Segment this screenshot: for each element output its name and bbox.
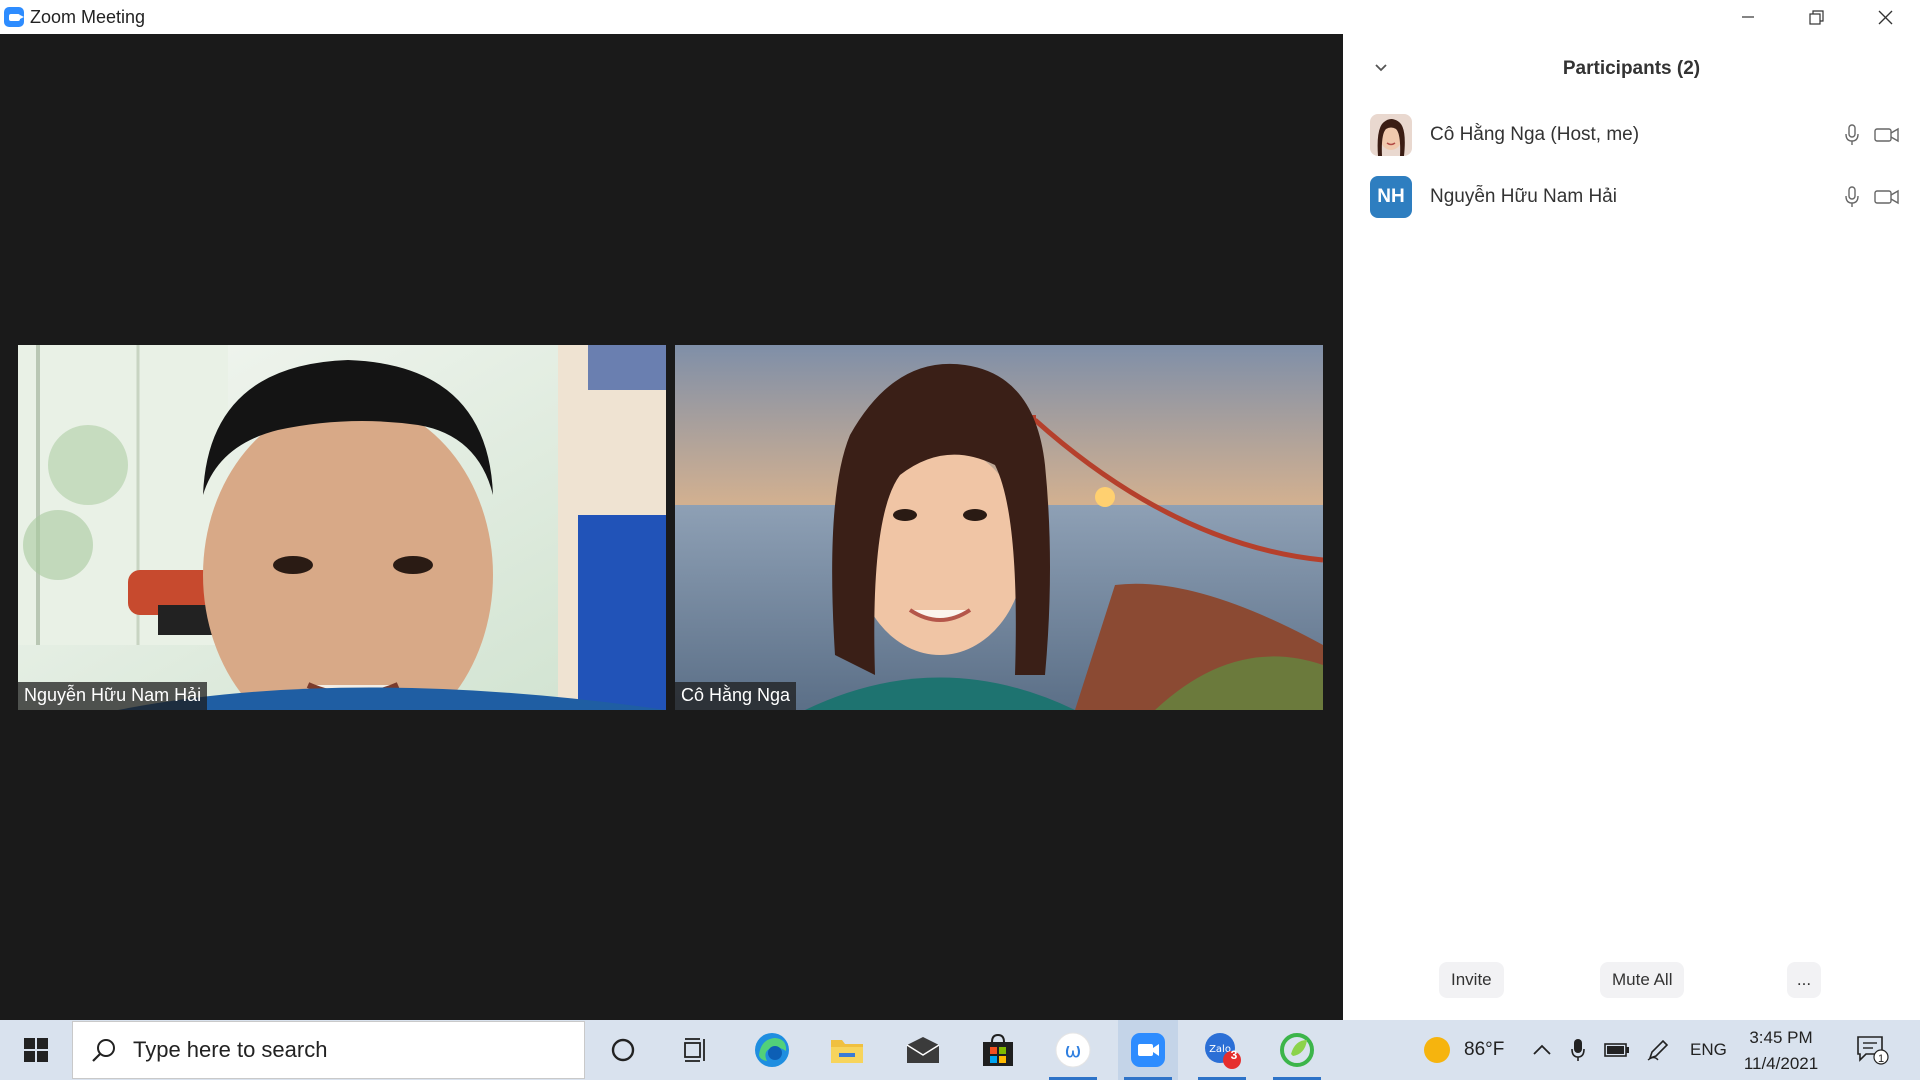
title-bar: Zoom Meeting [0,0,1920,34]
microphone-icon[interactable] [1844,124,1860,146]
chevron-up-icon [1533,1044,1551,1055]
close-button[interactable] [1851,0,1920,34]
video-camera-icon[interactable] [1874,188,1900,206]
participant-row-guest[interactable]: NH Nguyễn Hữu Nam Hải [1343,166,1920,228]
weather-temperature: 86°F [1464,1039,1505,1060]
edge-browser-icon [755,1033,789,1067]
word-app[interactable]: ω [1043,1020,1103,1080]
minimize-icon [1741,16,1754,18]
restore-button[interactable] [1782,0,1851,34]
invite-button[interactable]: Invite [1439,962,1504,998]
participant-row-host[interactable]: Cô Hằng Nga (Host, me) [1343,104,1920,166]
svg-text:ω: ω [1065,1038,1082,1062]
taskbar-search-box[interactable]: Type here to search [72,1021,585,1079]
participant-controls [1844,104,1900,166]
mail-icon [906,1037,940,1063]
participants-title: Participants (2) [1562,58,1701,79]
pen-tray[interactable] [1646,1020,1670,1080]
file-explorer-app[interactable] [817,1020,877,1080]
edge-app[interactable] [742,1020,802,1080]
battery-icon [1604,1043,1629,1057]
language-indicator: ENG [1690,1040,1727,1059]
restore-icon [1809,9,1824,25]
window-controls [1713,0,1920,34]
cortana-icon [611,1038,635,1062]
store-bag-icon [983,1033,1013,1066]
participants-header: Participants (2) [1343,34,1920,104]
sun-icon [1424,1037,1450,1063]
microsoft-store-app[interactable] [968,1020,1028,1080]
participant-name: Cô Hằng Nga (Host, me) [1430,124,1640,145]
mail-app[interactable] [893,1020,953,1080]
meeting-video-area: Nguyễn Hữu Nam Hải Cô Hằng Nga [0,34,1343,1020]
participants-footer: Invite Mute All ... [1343,962,1920,1002]
chevron-down-icon [1375,64,1387,72]
participant-video [18,345,666,710]
video-tile-participant[interactable]: Nguyễn Hữu Nam Hải [18,345,666,710]
mute-all-button[interactable]: Mute All [1600,962,1685,998]
clock-time: 3:45 PM [1749,1028,1813,1047]
host-video [675,345,1323,710]
weather-widget[interactable]: 86°F [1422,1020,1504,1080]
windows-logo-icon [24,1038,48,1062]
w-app-icon: ω [1055,1032,1091,1068]
participant-name: Nguyễn Hữu Nam Hải [1430,186,1617,207]
participants-panel: Participants (2) Cô Hằng Nga (Host, me) … [1343,34,1920,1020]
task-view-icon [684,1038,705,1062]
action-center-button[interactable]: 1 [1856,1020,1890,1080]
start-button[interactable] [0,1020,72,1080]
search-icon [92,1039,115,1062]
leaf-app-icon [1280,1033,1314,1067]
notification-count: 1 [1877,1053,1885,1065]
host-name-tag: Cô Hằng Nga [675,682,797,710]
participant-name-tag: Nguyễn Hữu Nam Hải [18,682,208,710]
taskbar: Type here to search ω Zalo 3 86°F ENG 3:… [0,1020,1920,1080]
pen-icon [1647,1039,1669,1061]
show-hidden-icons-button[interactable] [1532,1020,1552,1080]
microphone-icon[interactable] [1844,186,1860,208]
zoom-icon [1131,1033,1165,1067]
input-language-button[interactable]: ENG [1690,1020,1727,1080]
window-title: Zoom Meeting [30,6,146,27]
minimize-button[interactable] [1713,0,1782,34]
battery-tray[interactable] [1604,1020,1630,1080]
system-clock[interactable]: 3:45 PM 11/4/2021 [1736,1025,1826,1077]
video-tile-host[interactable]: Cô Hằng Nga [675,345,1323,710]
task-view-button[interactable] [666,1020,726,1080]
close-icon [1878,10,1893,24]
avatar: NH [1370,176,1412,218]
video-camera-icon[interactable] [1874,126,1900,144]
cortana-button[interactable] [593,1020,653,1080]
search-placeholder: Type here to search [133,1037,328,1062]
folder-icon [831,1040,863,1063]
microphone-tray[interactable] [1570,1020,1586,1080]
avatar [1370,114,1412,156]
zoom-app[interactable] [1118,1020,1178,1080]
clock-date: 11/4/2021 [1743,1054,1819,1073]
microphone-icon [1571,1039,1585,1061]
more-options-button[interactable]: ... [1787,962,1821,998]
zalo-notification-badge: 3 [1230,1048,1238,1062]
zoom-app-icon [4,7,24,27]
participant-controls [1844,166,1900,228]
collapse-panel-button[interactable] [1371,58,1391,78]
zalo-app[interactable]: Zalo 3 [1192,1020,1252,1080]
green-app[interactable] [1267,1020,1327,1080]
